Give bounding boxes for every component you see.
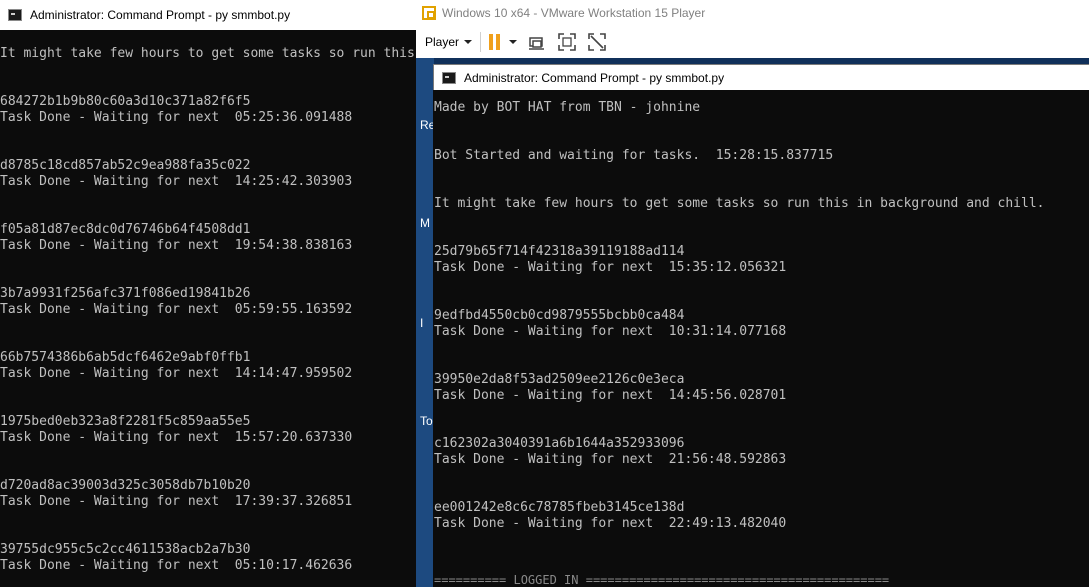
- task-status: Task Done - Waiting for next 22:49:13.48…: [434, 516, 787, 531]
- task-hash: 9edfbd4550cb0cd9879555bcbb0ca484: [434, 308, 685, 323]
- task-status: Task Done - Waiting for next 14:25:42.30…: [0, 174, 353, 189]
- task-status: Task Done - Waiting for next 14:45:56.02…: [434, 388, 787, 403]
- console-line: Made by BOT HAT from TBN - johnine: [434, 100, 701, 115]
- task-status: Task Done - Waiting for next 05:59:55.16…: [0, 302, 353, 317]
- task-status: Task Done - Waiting for next 15:57:20.63…: [0, 430, 353, 445]
- vmware-window: Windows 10 x64 - VMware Workstation 15 P…: [416, 0, 1089, 587]
- guest-cmd-console[interactable]: Made by BOT HAT from TBN - johnine Bot S…: [434, 90, 1089, 587]
- vmware-toolbar: Player: [416, 26, 1089, 59]
- left-cmd-window: Administrator: Command Prompt - py smmbo…: [0, 0, 416, 587]
- console-partial-line: ========== LOGGED IN ===================…: [434, 573, 890, 587]
- guest-screen[interactable]: Re M I To Administrator: Command Prompt …: [416, 58, 1089, 587]
- vmware-icon: [422, 6, 436, 20]
- player-menu-button[interactable]: Player: [425, 35, 473, 49]
- console-line: It might take few hours to get some task…: [0, 46, 415, 61]
- task-hash: d720ad8ac39003d325c3058db7b10b20: [0, 478, 251, 493]
- desktop-text: To: [420, 414, 433, 428]
- task-status: Task Done - Waiting for next 05:25:36.09…: [0, 110, 353, 125]
- unity-icon: [588, 33, 606, 51]
- unity-button[interactable]: [587, 32, 607, 52]
- task-hash: d8785c18cd857ab52c9ea988fa35c022: [0, 158, 251, 173]
- task-status: Task Done - Waiting for next 21:56:48.59…: [434, 452, 787, 467]
- task-hash: 25d79b65f714f42318a39119188ad114: [434, 244, 685, 259]
- task-hash: 39950e2da8f53ad2509ee2126c0e3eca: [434, 372, 685, 387]
- fullscreen-icon: [558, 33, 576, 51]
- guest-cmd-window: Administrator: Command Prompt - py smmbo…: [433, 64, 1089, 587]
- task-status: Task Done - Waiting for next 19:54:38.83…: [0, 238, 353, 253]
- send-ctrl-alt-del-icon: [529, 37, 545, 50]
- task-hash: 684272b1b9b80c60a3d10c371a82f6f5: [0, 94, 251, 109]
- guest-cmd-titlebar[interactable]: Administrator: Command Prompt - py smmbo…: [433, 64, 1089, 90]
- command-prompt-icon: [442, 71, 456, 84]
- pause-icon: [489, 34, 503, 50]
- vmware-title: Windows 10 x64 - VMware Workstation 15 P…: [442, 6, 706, 20]
- guest-desktop-strip: [416, 58, 434, 587]
- task-hash: 39755dc955c5c2cc4611538acb2a7b30: [0, 542, 251, 557]
- player-menu-label: Player: [425, 35, 460, 49]
- task-hash: f05a81d87ec8dc0d76746b64f4508dd1: [0, 222, 251, 237]
- task-hash: 3b7a9931f256afc371f086ed19841b26: [0, 286, 251, 301]
- left-cmd-titlebar[interactable]: Administrator: Command Prompt - py smmbo…: [0, 0, 416, 30]
- task-hash: c162302a3040391a6b1644a352933096: [434, 436, 685, 451]
- send-ctrl-alt-del-button[interactable]: [527, 32, 547, 52]
- console-line: Bot Started and waiting for tasks. 15:28…: [434, 148, 834, 163]
- task-hash: 66b7574386b6ab5dcf6462e9abf0ffb1: [0, 350, 251, 365]
- task-hash: ee001242e8c6c78785fbeb3145ce138d: [434, 500, 685, 515]
- chevron-down-icon: [464, 40, 473, 44]
- guest-cmd-title: Administrator: Command Prompt - py smmbo…: [464, 70, 725, 85]
- desktop-text: M: [420, 216, 430, 230]
- toolbar-divider: [480, 32, 482, 52]
- command-prompt-icon: [8, 9, 22, 21]
- task-status: Task Done - Waiting for next 15:35:12.05…: [434, 260, 787, 275]
- task-status: Task Done - Waiting for next 14:14:47.95…: [0, 366, 353, 381]
- left-cmd-console[interactable]: It might take few hours to get some task…: [0, 30, 416, 587]
- console-line: It might take few hours to get some task…: [434, 196, 1045, 211]
- pause-button[interactable]: [489, 34, 518, 50]
- left-cmd-title: Administrator: Command Prompt - py smmbo…: [30, 8, 291, 22]
- task-status: Task Done - Waiting for next 10:31:14.07…: [434, 324, 787, 339]
- vmware-titlebar[interactable]: Windows 10 x64 - VMware Workstation 15 P…: [416, 0, 1089, 26]
- chevron-down-icon: [509, 40, 518, 44]
- task-status: Task Done - Waiting for next 05:10:17.46…: [0, 558, 353, 573]
- task-status: Task Done - Waiting for next 17:39:37.32…: [0, 494, 353, 509]
- fullscreen-button[interactable]: [557, 32, 577, 52]
- desktop-text: I: [420, 316, 424, 330]
- task-hash: 1975bed0eb323a8f2281f5c859aa55e5: [0, 414, 251, 429]
